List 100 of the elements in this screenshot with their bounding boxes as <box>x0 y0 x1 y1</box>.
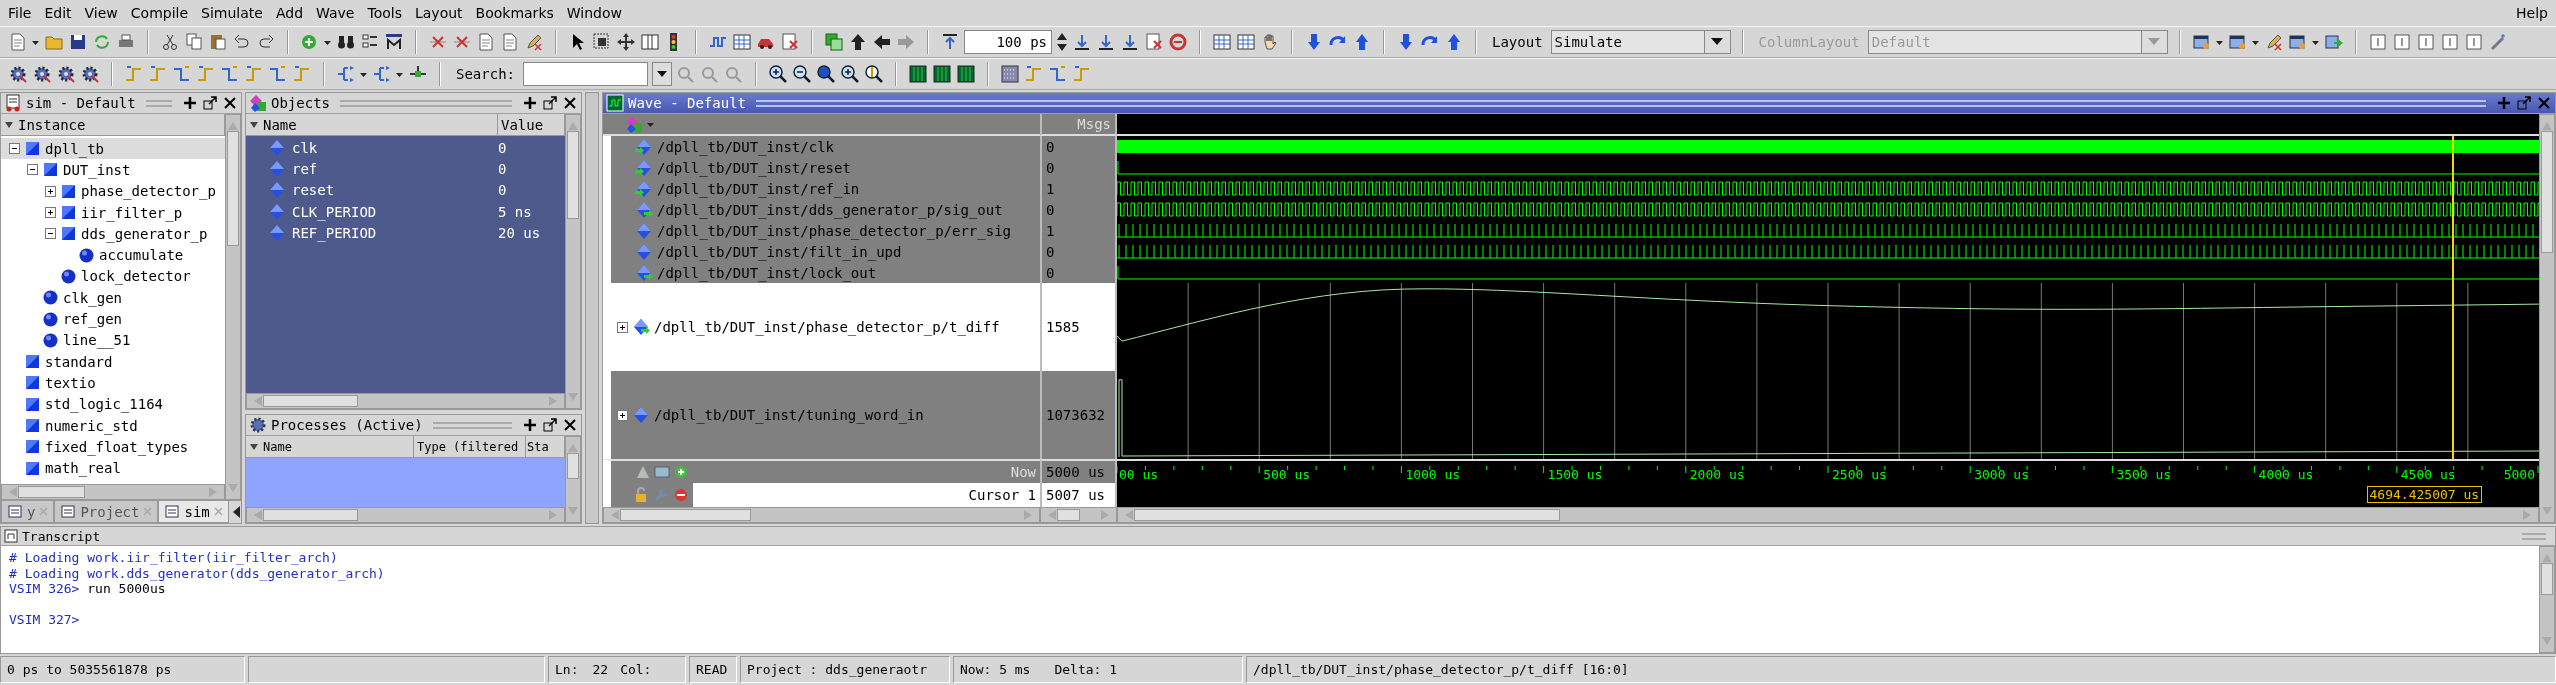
tree-item[interactable]: std_logic_1164 <box>1 393 225 415</box>
dock-icon[interactable] <box>522 95 538 111</box>
frame-icon[interactable] <box>2391 32 2412 52</box>
wave-window-icon[interactable] <box>932 64 952 84</box>
remove-icon[interactable] <box>673 487 689 503</box>
zoom-box-icon[interactable] <box>592 32 612 52</box>
menu-item[interactable]: Tools <box>367 5 402 21</box>
edge-icon[interactable] <box>1048 64 1068 84</box>
gear-icon[interactable] <box>80 64 100 84</box>
menu-item[interactable]: Help <box>2516 5 2548 21</box>
sort-icon[interactable] <box>4 119 14 130</box>
grid-icon[interactable] <box>732 32 752 52</box>
marker-icon[interactable] <box>384 32 404 52</box>
cross-document-icon[interactable] <box>1144 32 1164 52</box>
grid-icon[interactable] <box>1212 32 1232 52</box>
up-arrow-icon[interactable] <box>848 32 868 52</box>
drag-handle[interactable] <box>756 99 2486 107</box>
undock-icon[interactable] <box>542 95 558 111</box>
clipboard-icon[interactable] <box>208 32 228 52</box>
dotted-grid-icon[interactable] <box>1000 64 1020 84</box>
step-down-icon[interactable] <box>1096 32 1116 52</box>
edge-icon[interactable] <box>220 64 240 84</box>
window-icon[interactable] <box>2227 32 2248 52</box>
tree-item[interactable]: line__51 <box>1 329 225 351</box>
signal-name[interactable]: /dpll_tb/DUT_inst/filt_in_upd <box>603 241 1040 262</box>
signal-name[interactable]: /dpll_tb/DUT_inst/phase_detector_p/err_sig <box>603 220 1040 241</box>
tree-item[interactable]: phase_detector_p <box>1 180 225 202</box>
expand-icon[interactable] <box>617 409 628 421</box>
signal-name[interactable]: /dpll_tb/DUT_inst/clk <box>603 136 1040 157</box>
pencil-icon[interactable] <box>524 32 544 52</box>
search-dropdown[interactable] <box>652 62 672 86</box>
menu-item[interactable]: View <box>84 5 118 21</box>
cursor-line[interactable] <box>2452 136 2455 459</box>
menu-item[interactable]: Add <box>275 5 304 21</box>
grid-icon[interactable] <box>1236 32 1256 52</box>
gear-icon[interactable] <box>56 64 76 84</box>
undock-icon[interactable] <box>542 417 558 433</box>
run-length-field[interactable]: 100 ps <box>964 30 1052 54</box>
signal-name[interactable]: /dpll_tb/DUT_inst/dds_generator_p/sig_out <box>603 199 1040 220</box>
zoom-out-icon[interactable] <box>792 64 812 84</box>
frame-icon[interactable] <box>2415 32 2436 52</box>
tree-item[interactable]: math_real <box>1 457 225 479</box>
columns-icon[interactable] <box>640 32 660 52</box>
edge-icon[interactable] <box>172 64 192 84</box>
tree-item[interactable]: dds_generator_p <box>1 223 225 245</box>
zoom-cursor-icon[interactable] <box>864 64 884 84</box>
scissors-icon[interactable] <box>160 32 180 52</box>
menu-item[interactable]: Bookmarks <box>475 5 554 21</box>
step-down-icon[interactable] <box>1120 32 1140 52</box>
scrollbar[interactable] <box>1040 507 1117 523</box>
panel-tab[interactable]: Project <box>54 501 159 523</box>
wave-window-icon[interactable] <box>908 64 928 84</box>
panel-tab[interactable]: sim <box>158 501 229 523</box>
drag-handle[interactable] <box>432 421 512 429</box>
undock-icon[interactable] <box>202 95 218 111</box>
menu-item[interactable]: Wave <box>316 5 355 21</box>
document-icon[interactable] <box>500 32 520 52</box>
expand-icon[interactable] <box>617 321 628 333</box>
menu-item[interactable]: File <box>8 5 32 21</box>
search-field[interactable] <box>523 62 648 86</box>
drag-handle[interactable] <box>145 99 172 107</box>
frame-icon[interactable] <box>2367 32 2388 52</box>
tree-item[interactable]: textio <box>1 372 225 394</box>
expand-icon[interactable] <box>45 207 56 219</box>
scrollbar[interactable] <box>246 507 565 523</box>
collapse-icon[interactable] <box>27 164 38 176</box>
frame-icon[interactable] <box>2439 32 2460 52</box>
zoom-in-icon[interactable] <box>768 64 788 84</box>
tree-item[interactable]: numeric_std <box>1 414 225 437</box>
caret-icon[interactable] <box>657 70 667 78</box>
tree-item[interactable]: iir_filter_p <box>1 201 225 224</box>
drag-handle[interactable] <box>340 99 512 107</box>
menu-item[interactable]: Window <box>566 5 622 21</box>
scrollbar[interactable] <box>1 484 225 500</box>
signal-name[interactable]: /dpll_tb/DUT_inst/reset <box>603 157 1040 178</box>
frame-icon[interactable] <box>2463 32 2484 52</box>
window-icon[interactable] <box>2287 32 2308 52</box>
wave-window-icon[interactable] <box>956 64 976 84</box>
tree-item[interactable]: lock_detector <box>1 265 225 288</box>
close-icon[interactable] <box>562 417 578 433</box>
close-icon[interactable] <box>562 95 578 111</box>
tree-item[interactable]: fixed_float_types <box>1 436 225 458</box>
scrollbar[interactable] <box>225 114 241 500</box>
branch-icon[interactable] <box>336 64 356 84</box>
object-name[interactable]: clk <box>246 138 498 157</box>
scrollbar[interactable] <box>603 507 1040 523</box>
left-arrow-icon[interactable] <box>872 32 892 52</box>
signal-name[interactable]: /dpll_tb/DUT_inst/ref_in <box>603 178 1040 199</box>
close-icon[interactable] <box>222 95 238 111</box>
edge-icon[interactable] <box>268 64 288 84</box>
step-icon[interactable] <box>940 32 960 52</box>
object-name[interactable]: CLK_PERIOD <box>246 202 498 221</box>
menu-item[interactable]: Simulate <box>201 5 263 21</box>
tree-item[interactable]: accumulate <box>1 244 225 266</box>
scrollbar[interactable] <box>565 114 581 409</box>
step-down-icon[interactable] <box>1072 32 1092 52</box>
menu-item[interactable]: Compile <box>130 5 189 21</box>
tree-item[interactable]: DUT_inst <box>1 159 225 181</box>
branch-icon[interactable] <box>372 64 392 84</box>
sort-icon[interactable] <box>249 441 259 452</box>
